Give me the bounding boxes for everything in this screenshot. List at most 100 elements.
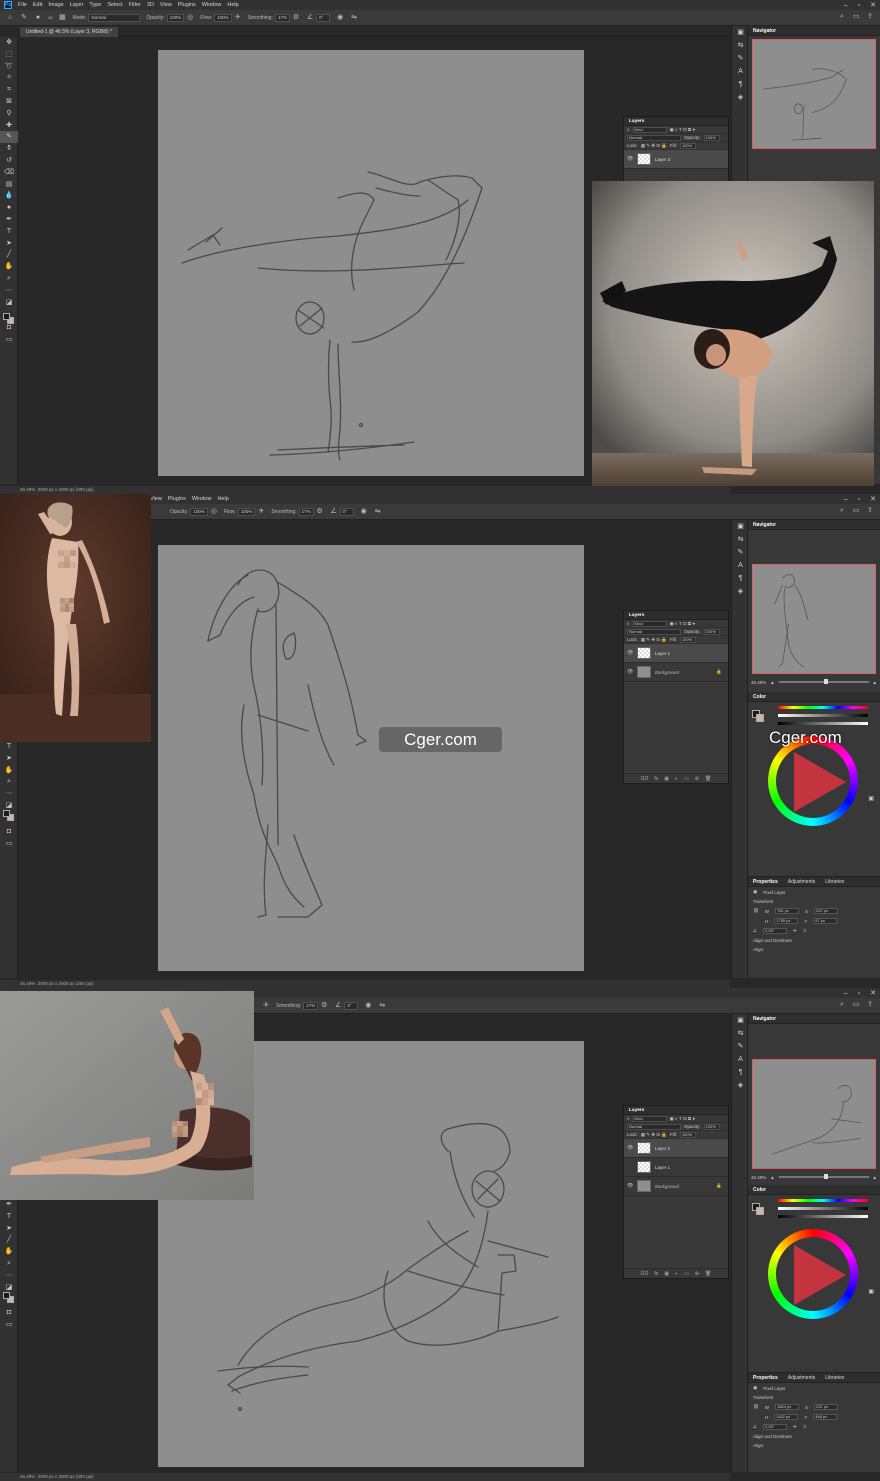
color-settings-icon[interactable]: ▣ xyxy=(868,795,874,802)
link-layers-icon[interactable]: GO xyxy=(641,776,649,782)
history-panel-icon[interactable]: ▣ xyxy=(732,26,749,39)
navigator-title[interactable]: Navigator xyxy=(753,26,776,35)
layer-row-background[interactable]: 👁 Background 🔒 xyxy=(624,663,728,682)
group-icon[interactable]: ▭ xyxy=(684,776,689,782)
menu-file[interactable]: File xyxy=(18,2,27,8)
navigator-title[interactable]: Navigator xyxy=(753,520,776,529)
link-icon[interactable]: ⛓ xyxy=(753,908,759,914)
adjust-panel-icon[interactable]: ⇆ xyxy=(732,1027,749,1040)
filter-icons[interactable]: ▣ ◐ T ⊡ ⧉ ● xyxy=(670,621,696,627)
color-title[interactable]: Color xyxy=(753,1185,766,1194)
zoom-tool-icon[interactable]: ⌕ xyxy=(0,1258,18,1270)
foreground-color-swatch[interactable] xyxy=(3,313,10,320)
adjust-panel-icon[interactable]: ⇆ xyxy=(732,533,749,546)
navigator-title[interactable]: Navigator xyxy=(753,1014,776,1023)
fill-input[interactable]: 100% xyxy=(679,636,696,643)
menu-plugins[interactable]: Plugins xyxy=(168,496,186,502)
type-tool-icon[interactable]: T xyxy=(0,741,18,753)
pressure-size-icon[interactable]: ◉ xyxy=(364,1002,372,1010)
airbrush-icon[interactable]: ✈ xyxy=(262,1002,270,1010)
adjustment-layer-icon[interactable]: ◐ xyxy=(675,1271,678,1277)
more-tools-icon[interactable]: ⋯ xyxy=(0,1270,18,1282)
layers-panel-icon[interactable]: ◈ xyxy=(732,1079,749,1092)
canvas[interactable] xyxy=(158,545,584,971)
flip-horizontal-icon[interactable]: ⇹ xyxy=(793,1424,797,1430)
blend-mode-select[interactable]: Normal xyxy=(627,1123,681,1130)
eyedropper-icon[interactable]: ⚲ xyxy=(0,108,18,120)
adjustment-layer-icon[interactable]: ◐ xyxy=(675,776,678,782)
lasso-tool-icon[interactable]: ➰ xyxy=(0,61,18,73)
blur-tool-icon[interactable]: 💧 xyxy=(0,190,18,202)
workspace-icon[interactable]: ▭ xyxy=(852,1001,860,1009)
layers-title[interactable]: Layers xyxy=(629,1106,644,1114)
layers-panel-icon[interactable]: ◈ xyxy=(732,91,749,104)
angle-input[interactable]: 0° xyxy=(316,13,330,22)
search-icon[interactable]: ⌕ xyxy=(838,13,846,21)
close-icon[interactable]: ✕ xyxy=(870,495,876,503)
eye-icon[interactable]: 👁 xyxy=(627,650,633,656)
pressure-size-icon[interactable]: ◉ xyxy=(336,14,344,22)
hand-tool-icon[interactable]: ✋ xyxy=(0,261,18,273)
minimize-icon[interactable]: – xyxy=(844,2,848,9)
flip-vertical-icon[interactable]: ⇳ xyxy=(803,1424,807,1430)
character-panel-icon[interactable]: A xyxy=(732,559,749,572)
adjustments-tab[interactable]: Adjustments xyxy=(788,1373,816,1382)
symmetry-icon[interactable]: ⇋ xyxy=(378,1002,386,1010)
brightness-slider[interactable] xyxy=(778,1215,868,1218)
color-triangle[interactable] xyxy=(794,1245,846,1305)
fill-input[interactable]: 100% xyxy=(679,142,696,149)
eye-icon[interactable]: 👁 xyxy=(627,669,633,675)
brush-tool-icon[interactable]: ✎ xyxy=(0,131,18,144)
libraries-tab[interactable]: Libraries xyxy=(825,1373,844,1382)
brightness-slider[interactable] xyxy=(778,722,868,725)
foreground-color-swatch[interactable] xyxy=(3,810,10,817)
layers-panel-icon[interactable]: ◈ xyxy=(732,585,749,598)
healing-brush-icon[interactable]: ✚ xyxy=(0,120,18,132)
character-panel-icon[interactable]: A xyxy=(732,65,749,78)
smoothing-input[interactable]: 17% xyxy=(303,1001,319,1010)
maximize-icon[interactable]: ▫ xyxy=(858,990,860,997)
screen-mode-icon[interactable]: ▭ xyxy=(0,334,18,346)
flow-input[interactable]: 100% xyxy=(214,13,232,22)
quick-mask-icon[interactable]: ◘ xyxy=(0,1307,18,1319)
symmetry-icon[interactable]: ⇋ xyxy=(350,14,358,22)
paragraph-panel-icon[interactable]: ¶ xyxy=(732,78,749,91)
filter-icons[interactable]: ▣ ◐ T ⊡ ⧉ ● xyxy=(670,127,696,133)
layer-row-layer-2[interactable]: 👁 Layer 2 xyxy=(624,1139,728,1158)
magic-wand-icon[interactable]: ✧ xyxy=(0,72,18,84)
layer-row-layer-3[interactable]: 👁 Layer 3 xyxy=(624,150,728,169)
hue-slider[interactable] xyxy=(778,1199,868,1202)
lock-icons[interactable]: ▦ ✎ ✥ ⊡ 🔒 xyxy=(641,637,667,643)
maximize-icon[interactable]: ▫ xyxy=(858,496,860,503)
layer-row-layer-1[interactable]: Layer 1 xyxy=(624,1158,728,1177)
lock-icons[interactable]: ▦ ✎ ✥ ⊡ 🔒 xyxy=(641,1132,667,1138)
link-layers-icon[interactable]: GO xyxy=(641,1271,649,1277)
layers-title[interactable]: Layers xyxy=(629,117,644,125)
brush-panel-icon[interactable]: ✎ xyxy=(732,1040,749,1053)
link-icon[interactable]: ⛓ xyxy=(753,1404,759,1410)
gear-icon[interactable]: ⚙ xyxy=(292,14,300,22)
layer-opacity-input[interactable]: 100% xyxy=(703,1123,720,1130)
screen-mode-icon[interactable]: ▭ xyxy=(0,838,18,850)
layer-row-layer-1[interactable]: 👁 Layer 1 xyxy=(624,644,728,663)
type-tool-icon[interactable]: T xyxy=(0,1211,18,1223)
type-tool-icon[interactable]: T xyxy=(0,226,18,238)
menu-view[interactable]: View xyxy=(150,496,162,502)
menu-image[interactable]: Image xyxy=(48,2,63,8)
fx-icon[interactable]: fx xyxy=(654,776,658,782)
flip-vertical-icon[interactable]: ⇳ xyxy=(803,928,807,934)
line-tool-icon[interactable]: ╱ xyxy=(0,1234,18,1246)
y-input[interactable]: 67 px xyxy=(813,918,838,924)
adjust-panel-icon[interactable]: ⇆ xyxy=(732,39,749,52)
menu-layer[interactable]: Layer xyxy=(70,2,84,8)
menu-plugins[interactable]: Plugins xyxy=(178,2,196,8)
zoom-in-icon[interactable]: ▲ xyxy=(873,1175,877,1180)
default-colors-icon[interactable]: ◪ xyxy=(0,297,18,309)
menu-edit[interactable]: Edit xyxy=(33,2,42,8)
line-tool-icon[interactable]: ╱ xyxy=(0,249,18,261)
zoom-tool-icon[interactable]: ⌕ xyxy=(0,273,18,285)
fill-input[interactable]: 100% xyxy=(679,1131,696,1138)
lock-icons[interactable]: ▦ ✎ ✥ ⊡ 🔒 xyxy=(641,143,667,149)
menu-help[interactable]: Help xyxy=(217,496,228,502)
mode-select[interactable]: Normal xyxy=(88,13,141,22)
